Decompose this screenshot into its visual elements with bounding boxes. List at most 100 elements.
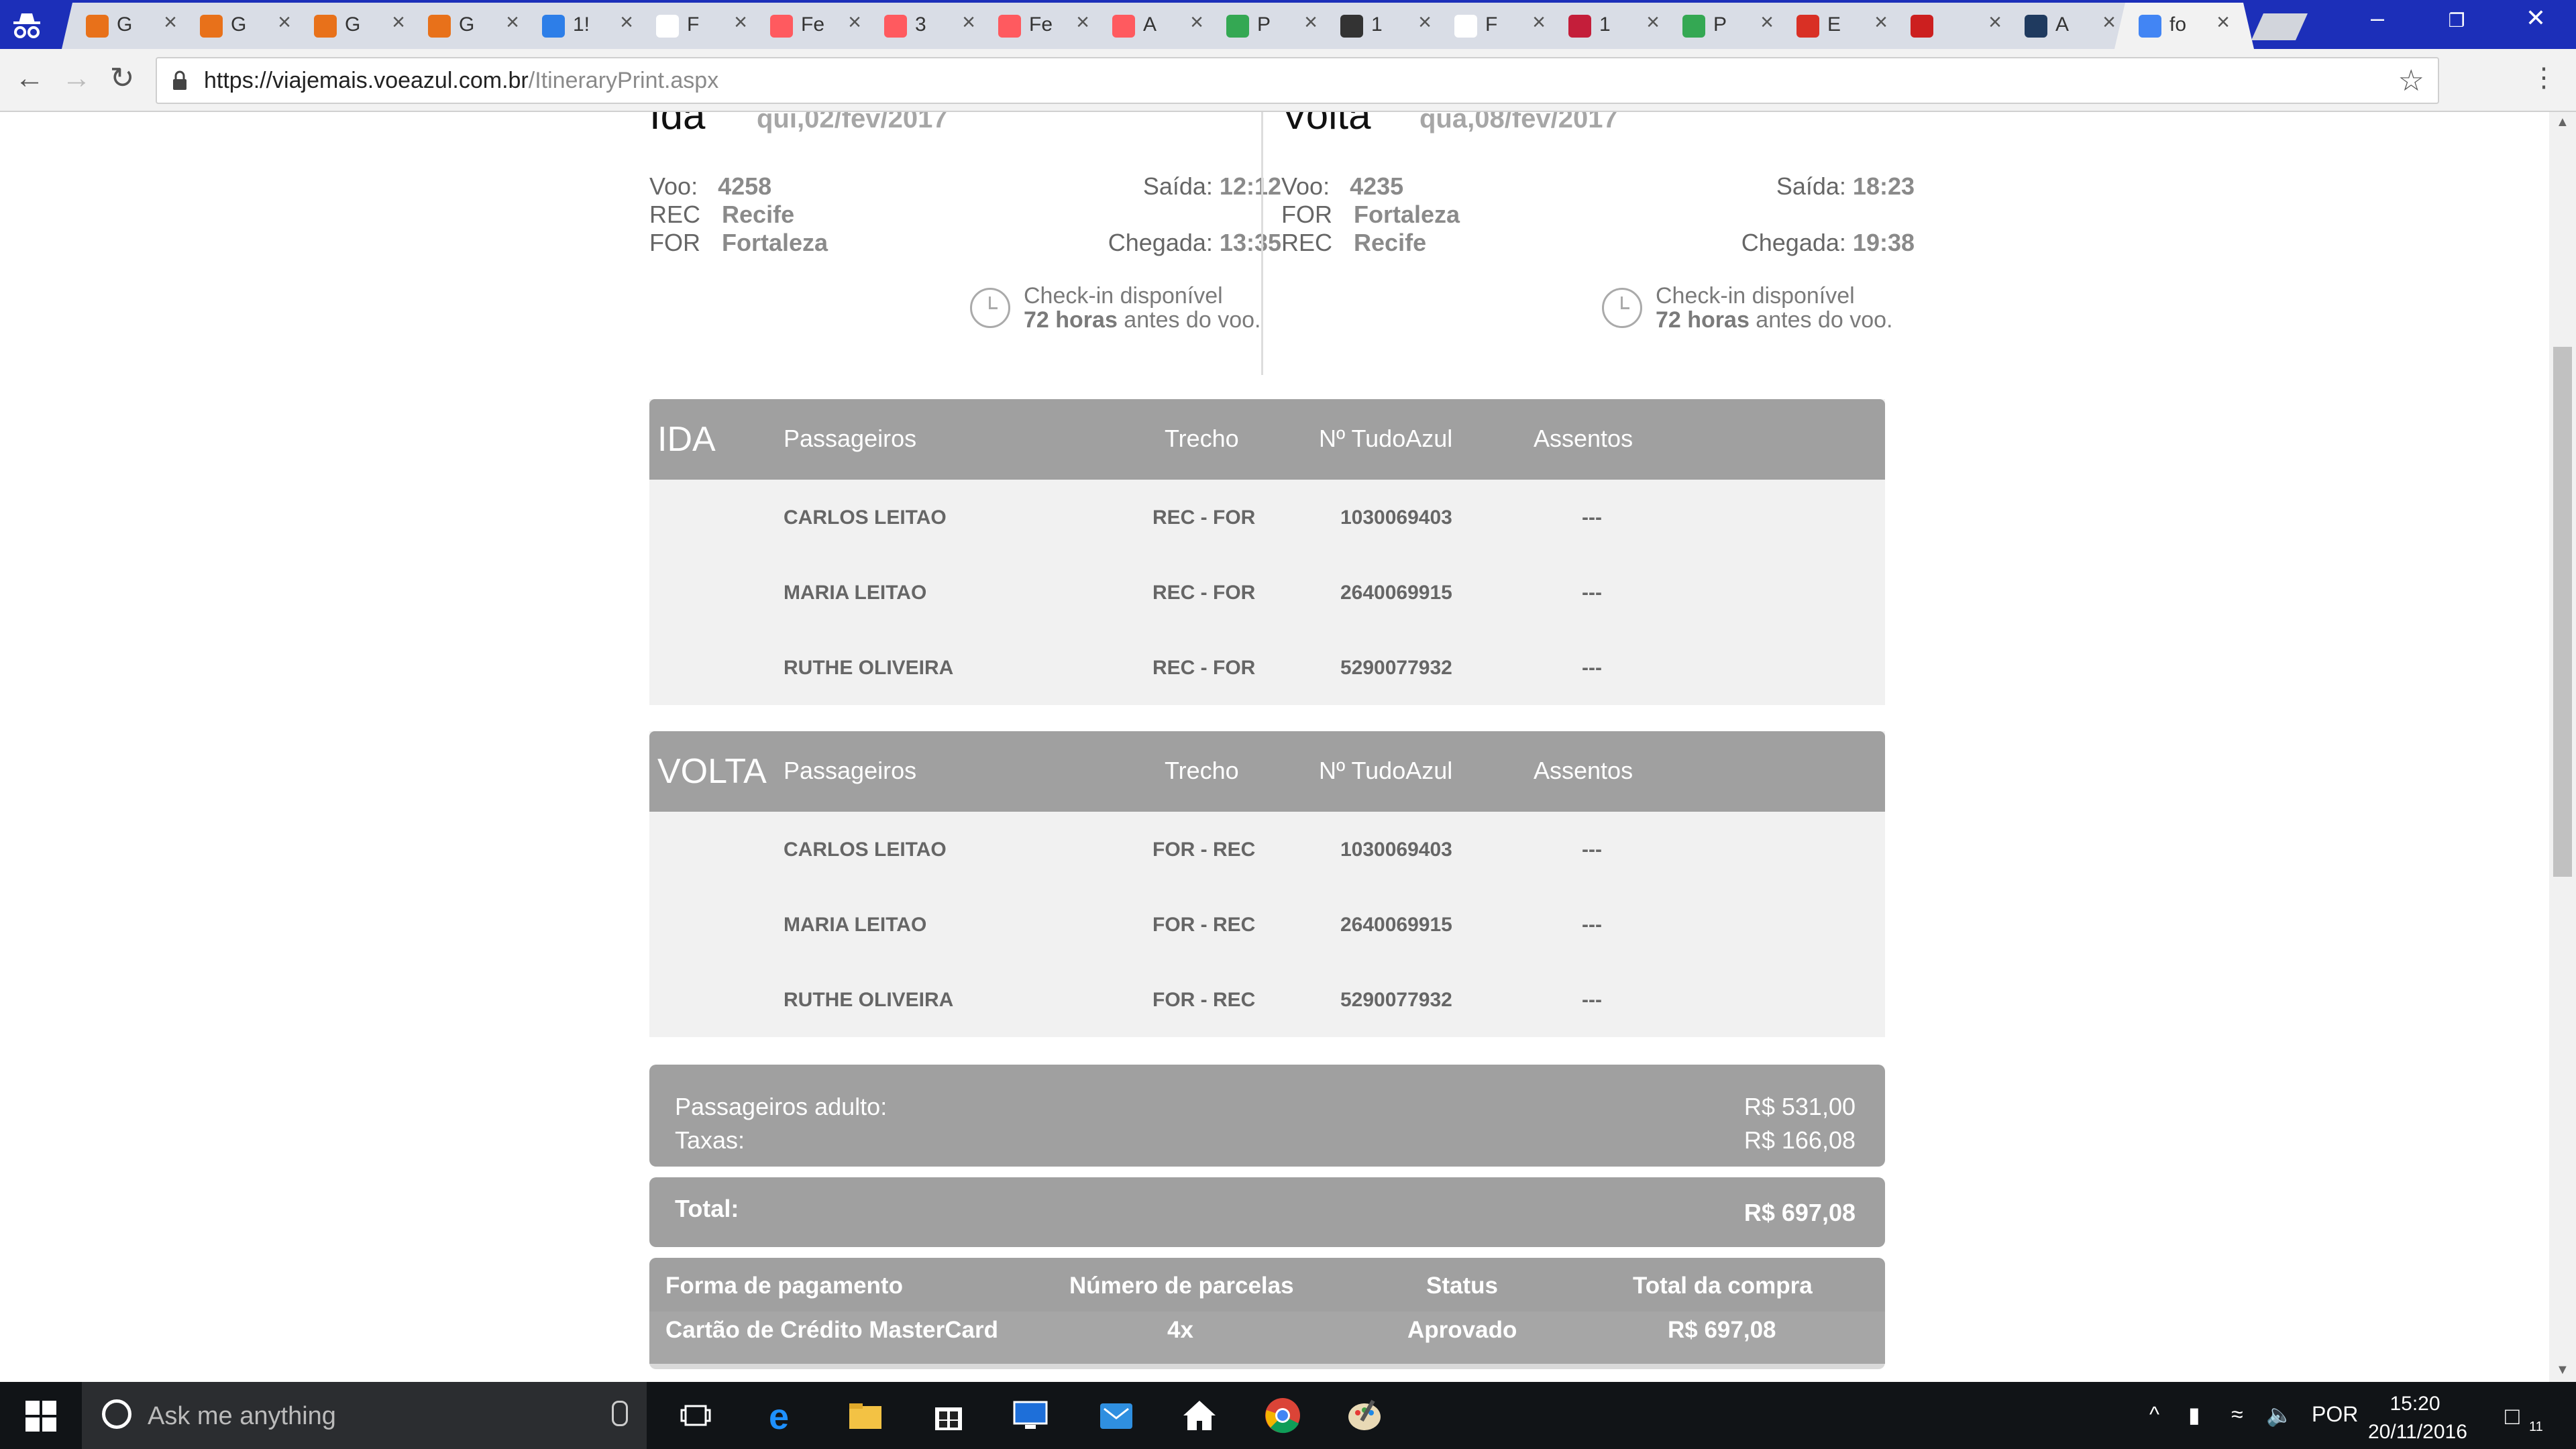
tab-close-icon[interactable]: × — [1874, 9, 1888, 36]
tab-close-icon[interactable]: × — [848, 9, 861, 36]
clock-icon — [1602, 288, 1642, 328]
table-row: RUTHE OLIVEIRA REC - FOR 5290077932 --- — [649, 630, 1885, 705]
browser-toolbar: ← → ↻ https://viajemais.voeazul.com.br/I… — [0, 49, 2576, 112]
destination-city: Recife — [1354, 229, 1427, 256]
tab-close-icon[interactable]: × — [506, 9, 519, 36]
tab-close-icon[interactable]: × — [1076, 9, 1089, 36]
airbnb-icon — [884, 15, 907, 38]
task-view-icon[interactable] — [679, 1397, 716, 1434]
destination-row: FOR Fortaleza — [649, 229, 828, 257]
passenger-segment: FOR - REC — [1152, 914, 1256, 936]
leg-label: Ida — [649, 112, 706, 138]
tab-close-icon[interactable]: × — [1646, 9, 1660, 36]
chrome-icon[interactable] — [1264, 1397, 1301, 1434]
windows-start-icon[interactable] — [25, 1401, 56, 1432]
tab-close-icon[interactable]: × — [2216, 9, 2230, 36]
search-placeholder: Ask me anything — [148, 1402, 336, 1430]
passenger-table-volta: VOLTA Passageiros Trecho Nº TudoAzul Ass… — [649, 731, 1885, 1037]
arrival-label: Chegada: — [1741, 229, 1846, 256]
clock-date: 20/11/2016 — [2368, 1421, 2467, 1443]
store-icon[interactable] — [930, 1397, 967, 1434]
arrival-time: 19:38 — [1852, 229, 1915, 256]
url-host: https://viajemais.voeazul.com.br — [204, 68, 529, 93]
file-explorer-icon[interactable] — [847, 1397, 884, 1434]
restore-button[interactable]: ❐ — [2430, 9, 2483, 32]
column-header-tudoazul: Nº TudoAzul — [1319, 757, 1453, 784]
passenger-name: RUTHE OLIVEIRA — [784, 989, 954, 1011]
scroll-down-arrow-icon[interactable]: ▼ — [2556, 1362, 2569, 1378]
tab-strip: G × G × G × G × 1! × F × Fe × 3 × Fe × A × P × 1 × F × 1 × P × E × × A × fo… — [0, 0, 2576, 49]
incognito-icon — [13, 13, 40, 38]
bookmark-star-icon[interactable]: ☆ — [2398, 64, 2424, 98]
battery-icon[interactable]: ▮ — [2188, 1402, 2200, 1428]
tab-close-icon[interactable]: × — [164, 9, 177, 36]
tab-title: G — [231, 13, 247, 36]
column-header-passengers: Passageiros — [784, 425, 917, 452]
arrival-row: Chegada: 13:35 — [1108, 229, 1281, 257]
table-header: VOLTA Passageiros Trecho Nº TudoAzul Ass… — [649, 731, 1885, 812]
scroll-up-arrow-icon[interactable]: ▲ — [2556, 115, 2569, 130]
forward-arrow-icon[interactable]: → — [56, 58, 97, 99]
mail-icon[interactable] — [1097, 1397, 1135, 1434]
vertical-scrollbar[interactable]: ▲ ▼ — [2549, 112, 2576, 1382]
passenger-segment: REC - FOR — [1152, 582, 1256, 604]
tab-close-icon[interactable]: × — [2102, 9, 2116, 36]
edge-browser-icon[interactable]: e — [765, 1397, 802, 1434]
tax-label: Taxas: — [675, 1126, 745, 1154]
passenger-tudoazul: 1030069403 — [1340, 839, 1452, 861]
volume-icon[interactable]: 🔈 — [2266, 1402, 2293, 1428]
passenger-name: CARLOS LEITAO — [784, 839, 947, 861]
new-tab-button[interactable] — [2251, 13, 2308, 40]
tab-title: Fe — [1029, 13, 1053, 36]
tab-close-icon[interactable]: × — [1190, 9, 1203, 36]
tab-close-icon[interactable]: × — [1532, 9, 1546, 36]
language-indicator[interactable]: POR — [2312, 1402, 2358, 1427]
microphone-icon[interactable] — [612, 1401, 628, 1426]
leg-volta: Volta qua,08/fev/2017 Voo: 4235 FOR Fort… — [1281, 112, 1915, 374]
payment-method: Cartão de Crédito MasterCard — [665, 1317, 998, 1343]
back-arrow-icon[interactable]: ← — [9, 58, 50, 99]
minimize-button[interactable]: – — [2351, 4, 2404, 32]
orange-circle-icon — [86, 15, 109, 38]
menu-icon[interactable]: ⋮ — [2530, 62, 2557, 93]
orange-circle-icon — [428, 15, 451, 38]
paint-icon[interactable] — [1346, 1397, 1383, 1434]
notification-count: 11 — [2529, 1419, 2543, 1434]
tab-close-icon[interactable]: × — [392, 9, 405, 36]
tab-close-icon[interactable]: × — [620, 9, 633, 36]
passenger-seat: --- — [1582, 657, 1602, 679]
system-clock[interactable]: 15:20 20/11/2016 — [2368, 1390, 2467, 1446]
action-center-icon[interactable]: □ — [2505, 1402, 2520, 1430]
browser-tab[interactable]: fo × — [2114, 3, 2254, 49]
tab-close-icon[interactable]: × — [1760, 9, 1774, 36]
payment-status: Aprovado — [1407, 1317, 1517, 1343]
checkin-hours: 72 horas — [1024, 307, 1118, 333]
tab-close-icon[interactable]: × — [1304, 9, 1318, 36]
show-hidden-icons-chevron-icon[interactable]: ^ — [2149, 1402, 2159, 1427]
cortana-search-box[interactable]: Ask me anything — [82, 1382, 647, 1449]
tab-close-icon[interactable]: × — [1988, 9, 2002, 36]
tab-title: G — [459, 13, 475, 36]
departure-label: Saída: — [1776, 172, 1846, 200]
column-header-passengers: Passageiros — [784, 757, 917, 784]
checkin-info: Check-in disponível 72 horas antes do vo… — [1656, 284, 1892, 332]
tab-title: 3 — [915, 13, 926, 36]
scrollbar-thumb[interactable] — [2553, 347, 2572, 877]
flight-row: Voo: 4258 — [649, 172, 771, 201]
tab-close-icon[interactable]: × — [962, 9, 975, 36]
tab-close-icon[interactable]: × — [278, 9, 291, 36]
wifi-icon[interactable]: ≈ — [2231, 1402, 2243, 1427]
tab-close-icon[interactable]: × — [734, 9, 747, 36]
home-icon[interactable] — [1181, 1397, 1218, 1434]
passenger-segment: REC - FOR — [1152, 506, 1256, 529]
reload-icon[interactable]: ↻ — [102, 58, 142, 99]
origin-row: REC Recife — [649, 201, 794, 229]
tab-close-icon[interactable]: × — [1418, 9, 1432, 36]
leg-date: qua,08/fev/2017 — [1419, 112, 1618, 133]
tab-title: Fe — [801, 13, 825, 36]
address-bar[interactable]: https://viajemais.voeazul.com.br/Itinera… — [156, 57, 2439, 104]
checkin-hours: 72 horas — [1656, 307, 1750, 333]
arrival-row: Chegada: 19:38 — [1741, 229, 1915, 257]
monitor-app-icon[interactable] — [1012, 1397, 1049, 1434]
close-window-button[interactable]: ✕ — [2509, 4, 2563, 32]
